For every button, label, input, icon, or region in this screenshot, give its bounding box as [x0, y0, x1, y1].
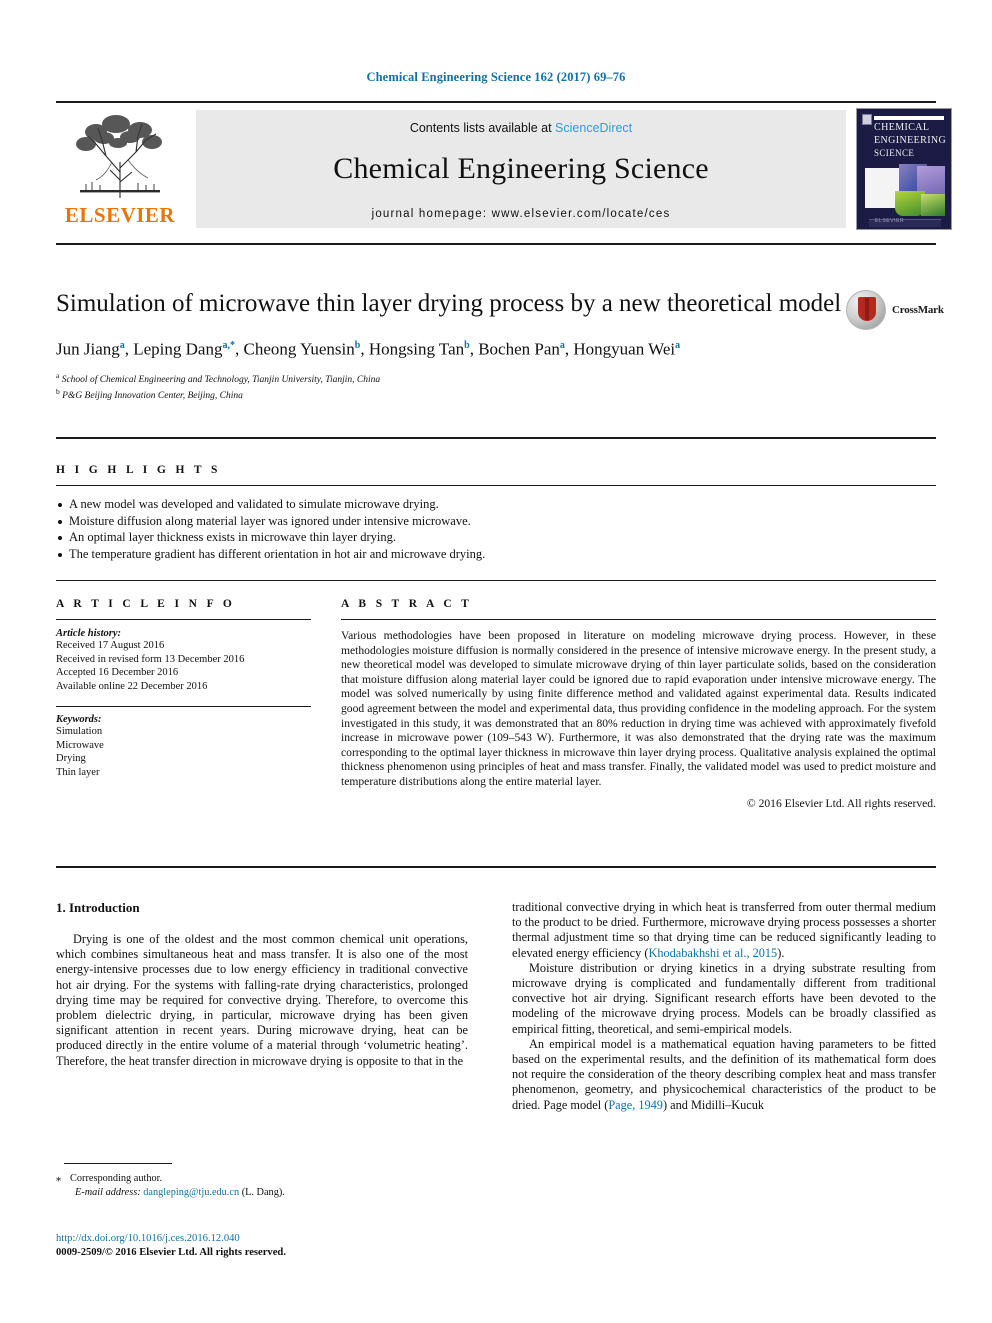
affiliation-mark: a	[56, 370, 60, 380]
cover-artwork	[865, 164, 945, 216]
highlight-item: Moisture diffusion along material layer …	[56, 513, 936, 530]
highlights-heading: H I G H L I G H T S	[56, 464, 221, 476]
crossmark-badge[interactable]: CrossMark	[846, 290, 944, 332]
abstract-text: Various methodologies have been proposed…	[341, 629, 936, 788]
author-name: Jun Jiang	[56, 339, 120, 359]
page-title: Simulation of microwave thin layer dryin…	[56, 290, 842, 317]
corresponding-author-text: Corresponding author.	[70, 1173, 163, 1184]
issn-copyright-line: 0009-2509/© 2016 Elsevier Ltd. All right…	[56, 1247, 286, 1258]
author-name: Leping Dang	[133, 339, 223, 359]
keyword-item: Drying	[56, 753, 86, 764]
citation-link[interactable]: Khodabakhshi et al., 2015	[648, 946, 777, 960]
article-info-rule	[56, 619, 311, 620]
keyword-item: Microwave	[56, 739, 104, 751]
body-paragraph: Drying is one of the oldest and the most…	[56, 932, 468, 1068]
journal-title: Chemical Engineering Science	[333, 152, 709, 185]
abstract-rule	[341, 619, 936, 620]
keywords-label: Keywords:	[56, 714, 102, 725]
keywords-list: Simulation Microwave Drying Thin layer	[56, 725, 311, 779]
crossmark-icon	[846, 290, 886, 330]
journal-cover-thumbnail: CHEMICAL ENGINEERING SCIENCE ELSEVIER	[856, 108, 952, 230]
doi-block: http://dx.doi.org/10.1016/j.ces.2016.12.…	[56, 1232, 468, 1260]
abstract-heading: A B S T R A C T	[341, 598, 473, 610]
body-column-right: traditional convective drying in which h…	[512, 900, 936, 1113]
elsevier-tree-icon	[76, 115, 162, 198]
article-history-list: Received 17 August 2016 Received in revis…	[56, 639, 311, 693]
keyword-item: Thin layer	[56, 766, 100, 778]
article-page: Chemical Engineering Science 162 (2017) …	[0, 0, 992, 1323]
corresponding-author-note: ⁎ Corresponding author.	[56, 1172, 468, 1186]
author-affiliation-mark: b	[464, 340, 470, 351]
elsevier-wordmark: ELSEVIER	[64, 203, 176, 227]
crossmark-label: CrossMark	[892, 304, 944, 316]
article-history-label: Article history:	[56, 628, 122, 639]
cover-title-line2: ENGINEERING	[874, 135, 947, 146]
article-info-section: A R T I C L E I N F O Article history: R…	[56, 598, 311, 779]
author-affiliation-mark: a	[559, 340, 565, 351]
cover-footer-text: ELSEVIER	[875, 218, 905, 224]
affiliation-mark: b	[56, 387, 60, 397]
doi-link[interactable]: http://dx.doi.org/10.1016/j.ces.2016.12.…	[56, 1232, 468, 1246]
author-name: Hongyuan Wei	[573, 339, 676, 359]
keywords-block: Keywords: Simulation Microwave Drying Thin …	[56, 714, 311, 779]
article-history-item: Received in revised form 13 December 201…	[56, 653, 245, 665]
citation-link[interactable]: Page, 1949	[608, 1098, 663, 1112]
highlights-bottom-rule	[56, 580, 936, 581]
footnote-block: ⁎ Corresponding author. E-mail address: d…	[56, 1172, 468, 1200]
article-info-heading: A R T I C L E I N F O	[56, 598, 236, 610]
corresponding-author-marker: ⁎	[56, 1173, 62, 1184]
highlights-section: H I G H L I G H T S A new model was deve…	[56, 464, 936, 562]
copyright-line: © 2016 Elsevier Ltd. All rights reserved…	[746, 796, 936, 810]
body-paragraph: An empirical model is a mathematical equ…	[512, 1036, 936, 1112]
contents-prefix: Contents lists available at	[409, 121, 556, 135]
author-name: Cheong Yuensin	[243, 339, 355, 359]
masthead-bottom-rule	[56, 243, 936, 245]
author-name: Hongsing Tan	[368, 339, 465, 359]
affiliation-line: b P&G Beijing Innovation Center, Beijing…	[56, 387, 243, 402]
article-history-item: Available online 22 December 2016	[56, 680, 208, 692]
body-paragraph: traditional convective drying in which h…	[512, 900, 936, 960]
email-label: E-mail address:	[75, 1187, 141, 1198]
author-affiliation-mark: a	[119, 340, 125, 351]
journal-homepage[interactable]: journal homepage: www.elsevier.com/locat…	[196, 208, 846, 220]
sciencedirect-link[interactable]: ScienceDirect	[555, 121, 632, 135]
email-owner: (L. Dang).	[241, 1187, 285, 1198]
highlights-list: A new model was developed and validated …	[56, 496, 936, 562]
title-block: Simulation of microwave thin layer dryin…	[56, 288, 944, 403]
article-history-item: Received 17 August 2016	[56, 640, 165, 651]
journal-band: Contents lists available at ScienceDirec…	[196, 110, 846, 228]
body-paragraph: Moisture distribution or drying kinetics…	[512, 960, 936, 1036]
highlight-item: The temperature gradient has different o…	[56, 546, 936, 563]
keyword-item: Simulation	[56, 726, 103, 737]
header-rule	[56, 101, 936, 103]
highlights-rule	[56, 485, 936, 486]
cover-top-bar	[874, 116, 944, 120]
running-head: Chemical Engineering Science 162 (2017) …	[366, 70, 626, 84]
abstract-bottom-rule	[56, 866, 936, 868]
cover-stamp-icon	[862, 114, 872, 125]
author-name: Bochen Pan	[478, 339, 560, 359]
contents-line: Contents lists available at ScienceDirec…	[196, 121, 846, 135]
title-bottom-rule	[56, 437, 936, 439]
abstract-section: A B S T R A C T Various methodologies ha…	[341, 598, 936, 810]
elsevier-logo: ELSEVIER	[56, 108, 184, 230]
highlight-item: A new model was developed and validated …	[56, 496, 936, 513]
author-affiliation-mark: a	[675, 340, 681, 351]
email-address-link[interactable]: dangleping@tju.edu.cn	[143, 1187, 239, 1198]
email-note: E-mail address: dangleping@tju.edu.cn (L…	[75, 1186, 468, 1200]
keywords-rule	[56, 706, 311, 707]
journal-masthead: ELSEVIER Contents lists available at Sci…	[56, 108, 952, 230]
cover-title-line3: SCIENCE	[874, 148, 915, 158]
author-affiliation-mark: a,*	[222, 340, 235, 351]
article-history-item: Accepted 16 December 2016	[56, 667, 179, 678]
footnote-rule	[64, 1163, 172, 1164]
affiliation-list: a School of Chemical Engineering and Tec…	[56, 370, 936, 403]
author-list: Jun Jianga, Leping Danga,*, Cheong Yuens…	[56, 339, 681, 359]
author-affiliation-mark: b	[354, 340, 361, 351]
body-column-left: 1. Introduction Drying is one of the old…	[56, 900, 468, 1069]
cover-title-line1: CHEMICAL	[874, 122, 930, 133]
affiliation-line: a School of Chemical Engineering and Tec…	[56, 370, 381, 385]
highlight-item: An optimal layer thickness exists in mic…	[56, 529, 936, 546]
section-heading-introduction: 1. Introduction	[56, 900, 140, 915]
